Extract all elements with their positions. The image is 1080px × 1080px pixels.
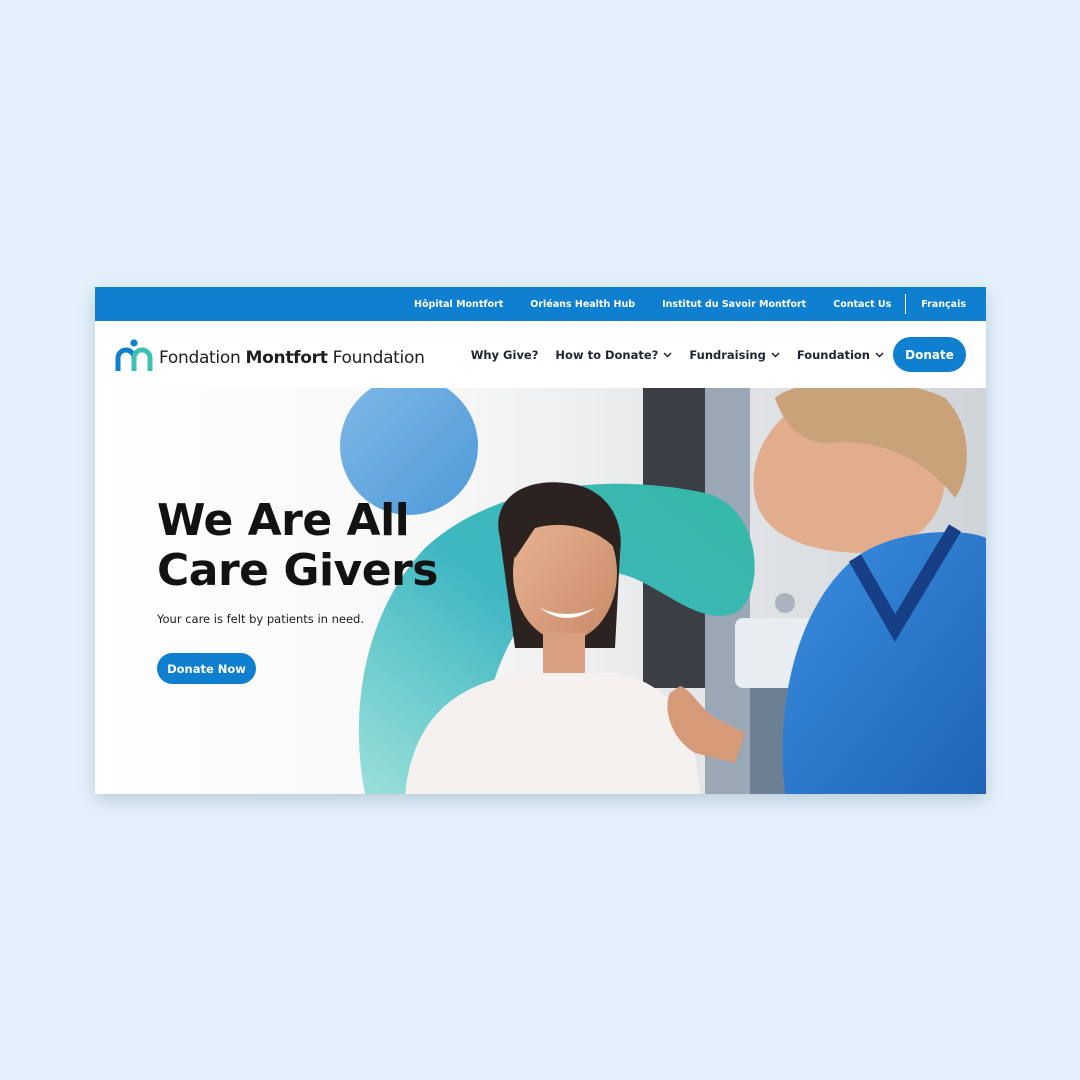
- logo-word-foundation: Foundation: [332, 348, 425, 368]
- hero-subtitle: Your care is felt by patients in need.: [157, 612, 364, 626]
- site-logo[interactable]: Fondation Montfort Foundation: [115, 338, 425, 372]
- nav-how-to-donate[interactable]: How to Donate?: [555, 348, 672, 362]
- browser-frame: Hôpital Montfort Orléans Health Hub Inst…: [95, 287, 986, 794]
- donate-now-button[interactable]: Donate Now: [157, 653, 256, 684]
- logo-word-fondation: Fondation: [159, 348, 241, 368]
- primary-menu: Why Give? How to Donate? Fundraising Fou…: [454, 337, 966, 372]
- nav-why-give-label: Why Give?: [470, 347, 539, 362]
- link-institut-du-savoir[interactable]: Institut du Savoir Montfort: [662, 299, 806, 310]
- chevron-down-icon: [771, 351, 780, 358]
- main-navigation: Fondation Montfort Foundation Why Give? …: [95, 321, 986, 388]
- logo-wordmark: Fondation Montfort Foundation: [159, 348, 425, 368]
- chevron-down-icon: [875, 351, 884, 358]
- language-toggle[interactable]: Français: [921, 299, 966, 310]
- nav-foundation[interactable]: Foundation: [797, 348, 884, 362]
- donate-button[interactable]: Donate: [893, 337, 966, 372]
- link-orleans-health-hub[interactable]: Orléans Health Hub: [530, 299, 635, 310]
- chevron-down-icon: [663, 351, 672, 358]
- nav-how-to-donate-label: How to Donate?: [555, 347, 659, 362]
- hero-title: We Are All Care Givers: [157, 495, 438, 596]
- utility-bar: Hôpital Montfort Orléans Health Hub Inst…: [95, 287, 986, 321]
- hero-section: We Are All Care Givers Your care is felt…: [95, 388, 986, 794]
- nav-fundraising-label: Fundraising: [689, 347, 766, 362]
- montfort-logo-icon: [115, 339, 153, 371]
- nav-why-give[interactable]: Why Give?: [471, 348, 539, 362]
- link-contact-us[interactable]: Contact Us: [833, 299, 891, 310]
- link-hopital-montfort[interactable]: Hôpital Montfort: [414, 299, 503, 310]
- nav-fundraising[interactable]: Fundraising: [689, 347, 780, 362]
- language-divider: [905, 294, 907, 314]
- nav-foundation-label: Foundation: [796, 347, 870, 362]
- logo-word-montfort: Montfort: [245, 348, 328, 368]
